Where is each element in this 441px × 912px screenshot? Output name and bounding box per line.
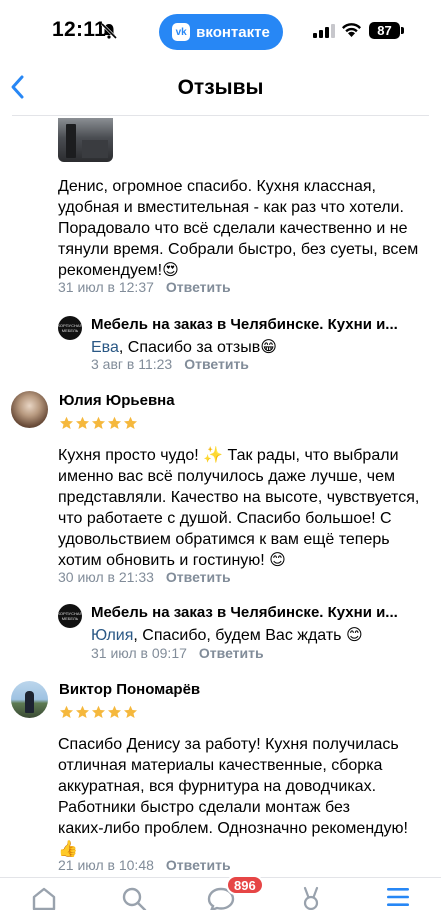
star-icon [108,705,121,718]
review-author[interactable]: Юлия Юрьевна [59,392,175,409]
nav-bar: Отзывы [0,64,441,116]
reply-button[interactable]: Ответить [199,645,264,661]
mention-link[interactable]: Юлия [91,627,133,644]
home-icon[interactable] [31,886,57,910]
battery-icon: 87 [369,22,400,39]
star-icon [92,416,105,429]
star-icon [76,416,89,429]
wifi-icon [342,23,361,37]
reply-text: Ева, Спасибо за отзыв😁 [91,339,277,356]
reply-text: Юлия, Спасибо, будем Вас ждать 😊 [91,627,363,644]
mention-link[interactable]: Ева [91,339,119,356]
star-icon [60,705,73,718]
shop-avatar[interactable]: КОРПУСНАЯ МЕБЕЛЬ [58,316,82,340]
shop-name[interactable]: Мебель на заказ в Челябинске. Кухни и... [91,316,398,333]
review-meta: 30 июл в 21:33 Ответить [58,569,231,585]
vk-pill-label: вконтакте [196,23,270,41]
review-text: Спасибо Денису за работу! Кухня получила… [58,736,408,858]
review-photo-thumbnail[interactable] [58,118,113,162]
status-bar: 12:11 vk вконтакте 87 [0,0,441,64]
search-icon[interactable] [121,886,147,910]
review-text: Кухня просто чудо! ✨ Так рады, что выбра… [58,447,420,569]
reply-button[interactable]: Ответить [166,857,231,873]
star-icon [108,416,121,429]
signal-icon [313,24,335,38]
reply-meta: 31 июл в 09:17 Ответить [91,645,264,661]
clips-icon[interactable] [301,886,321,910]
user-avatar[interactable] [11,391,48,428]
reply-button[interactable]: Ответить [166,569,231,585]
nav-divider [12,115,429,116]
review-meta: 31 июл в 12:37 Ответить [58,279,231,295]
reply-date: 3 авг в 11:23 [91,356,173,372]
reply-button[interactable]: Ответить [166,279,231,295]
rating-stars [59,705,138,720]
reply-meta: 3 авг в 11:23 Ответить [91,356,249,372]
review-meta: 21 июл в 10:48 Ответить [58,857,231,873]
vk-app-pill[interactable]: vk вконтакте [159,14,283,50]
star-icon [60,416,73,429]
battery-tip [401,27,404,34]
shop-avatar[interactable]: КОРПУСНАЯ МЕБЕЛЬ [58,604,82,628]
reply-date: 31 июл в 09:17 [91,645,187,661]
star-icon [92,705,105,718]
review-date: 31 июл в 12:37 [58,279,154,295]
rating-stars [59,416,138,431]
star-icon [124,705,137,718]
messages-badge: 896 [226,875,264,895]
bell-slash-icon [100,22,118,40]
shop-name[interactable]: Мебель на заказ в Челябинске. Кухни и... [91,604,398,621]
tab-bar: 896 [0,875,441,912]
menu-icon[interactable] [386,886,410,908]
status-time: 12:11 [52,18,107,41]
page-title: Отзывы [177,76,264,99]
star-icon [124,416,137,429]
vk-logo-icon: vk [172,23,191,41]
reply-button[interactable]: Ответить [184,356,249,372]
user-avatar[interactable] [11,681,48,718]
star-icon [76,705,89,718]
review-date: 21 июл в 10:48 [58,857,154,873]
review-date: 30 июл в 21:33 [58,569,154,585]
review-text: Денис, огромное спасибо. Кухня классная,… [58,178,419,279]
review-author[interactable]: Виктор Пономарёв [59,681,200,698]
